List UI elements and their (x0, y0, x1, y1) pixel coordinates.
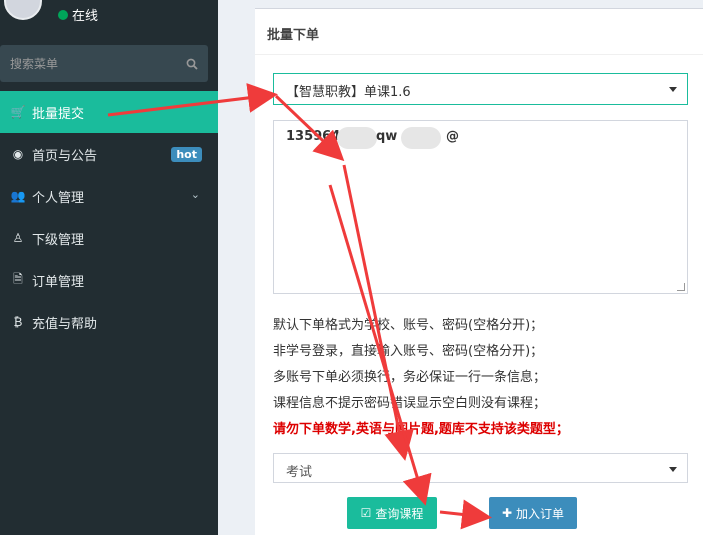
dashboard-icon: ◉ (12, 147, 24, 161)
search-input[interactable]: 搜索菜单 (0, 45, 208, 82)
online-dot-icon (58, 9, 68, 20)
status-label: 在线 (72, 9, 99, 24)
sidebar-item-label: 充值与帮助 (32, 316, 98, 332)
caret-down-icon (669, 467, 677, 472)
sidebar-item-batch-submit[interactable]: 🛒 批量提交 (0, 91, 218, 133)
order-box: 批量下单 【智慧职教】单课1.6 13596412 qw @ 默认下单格式为学校… (255, 8, 703, 535)
sidebar-item-label: 下级管理 (32, 232, 85, 248)
sidebar-item-label: 订单管理 (32, 274, 85, 290)
course-select-value: 【智慧职教】单课1.6 (286, 85, 411, 100)
warning-line: 请勿下单数学,英语与图片题,题库不支持该类题型； (273, 422, 569, 437)
sidebar-item-subordinates[interactable]: ♙ 下级管理 (0, 217, 218, 259)
sidebar-item-orders[interactable]: 🗎 订单管理 (0, 259, 218, 301)
chevron-down-icon: ⌄ (190, 188, 200, 201)
course-select[interactable]: 【智慧职教】单课1.6 (273, 73, 688, 105)
instructions: 默认下单格式为学校、账号、密码(空格分开)； 非学号登录，直接输入账号、密码(空… (273, 314, 693, 444)
sidebar-item-recharge-help[interactable]: ₿ 充值与帮助 (0, 301, 218, 343)
search-placeholder: 搜索菜单 (10, 57, 59, 71)
redaction-blur (401, 127, 441, 149)
sidebar: 在线 搜索菜单 🛒 批量提交 ◉ 首页与公告 hot 👥 个人管理 ⌄ ♙ 下级… (0, 0, 218, 535)
page-title: 批量下单 (255, 9, 703, 55)
user-panel: 在线 (0, 0, 218, 36)
caret-down-icon (669, 87, 677, 92)
online-status: 在线 (58, 5, 98, 24)
query-button-label: 查询课程 (375, 506, 424, 521)
instruction-line: 非学号登录，直接输入账号、密码(空格分开)； (273, 344, 544, 359)
add-button-label: 加入订单 (516, 506, 565, 521)
hot-badge: hot (171, 147, 202, 162)
users-icon: 👥 (10, 189, 26, 203)
type-select-value: 考试 (286, 465, 313, 480)
textarea-text-part4: @ (446, 129, 459, 144)
main-content: 批量下单 【智慧职教】单课1.6 13596412 qw @ 默认下单格式为学校… (218, 0, 703, 535)
query-course-button[interactable]: ☑ 查询课程 (347, 497, 437, 529)
user-icon: ♙ (12, 231, 24, 245)
sidebar-item-label: 个人管理 (32, 190, 85, 206)
bitcoin-icon: ₿ (13, 315, 23, 329)
sidebar-menu: 🛒 批量提交 ◉ 首页与公告 hot 👥 个人管理 ⌄ ♙ 下级管理 🗎 订单管… (0, 91, 218, 343)
cart-icon: 🛒 (10, 105, 26, 119)
avatar[interactable] (4, 0, 42, 20)
textarea-text-part3: qw (376, 129, 398, 144)
sidebar-item-home-notices[interactable]: ◉ 首页与公告 hot (0, 133, 218, 175)
type-select[interactable]: 考试 (273, 453, 688, 483)
sidebar-item-label: 批量提交 (32, 106, 85, 122)
redaction-blur (337, 127, 377, 149)
plus-icon: ✚ (501, 506, 513, 520)
instruction-line: 默认下单格式为学校、账号、密码(空格分开)； (273, 318, 544, 333)
add-order-button[interactable]: ✚ 加入订单 (489, 497, 577, 529)
resize-handle[interactable] (677, 283, 685, 291)
instruction-line: 多账号下单必须换行，务必保证一行一条信息； (273, 370, 547, 385)
document-icon: 🗎 (13, 271, 23, 286)
sidebar-item-label: 首页与公告 (32, 148, 98, 164)
instruction-line: 课程信息不提示密码错误显示空白则没有课程； (273, 396, 547, 411)
check-square-icon: ☑ (360, 506, 372, 520)
textarea-text-part1: 135964 (286, 129, 341, 144)
search-icon[interactable] (186, 58, 198, 70)
sidebar-item-personal[interactable]: 👥 个人管理 ⌄ (0, 175, 218, 217)
accounts-textarea[interactable]: 13596412 qw @ (273, 120, 688, 294)
